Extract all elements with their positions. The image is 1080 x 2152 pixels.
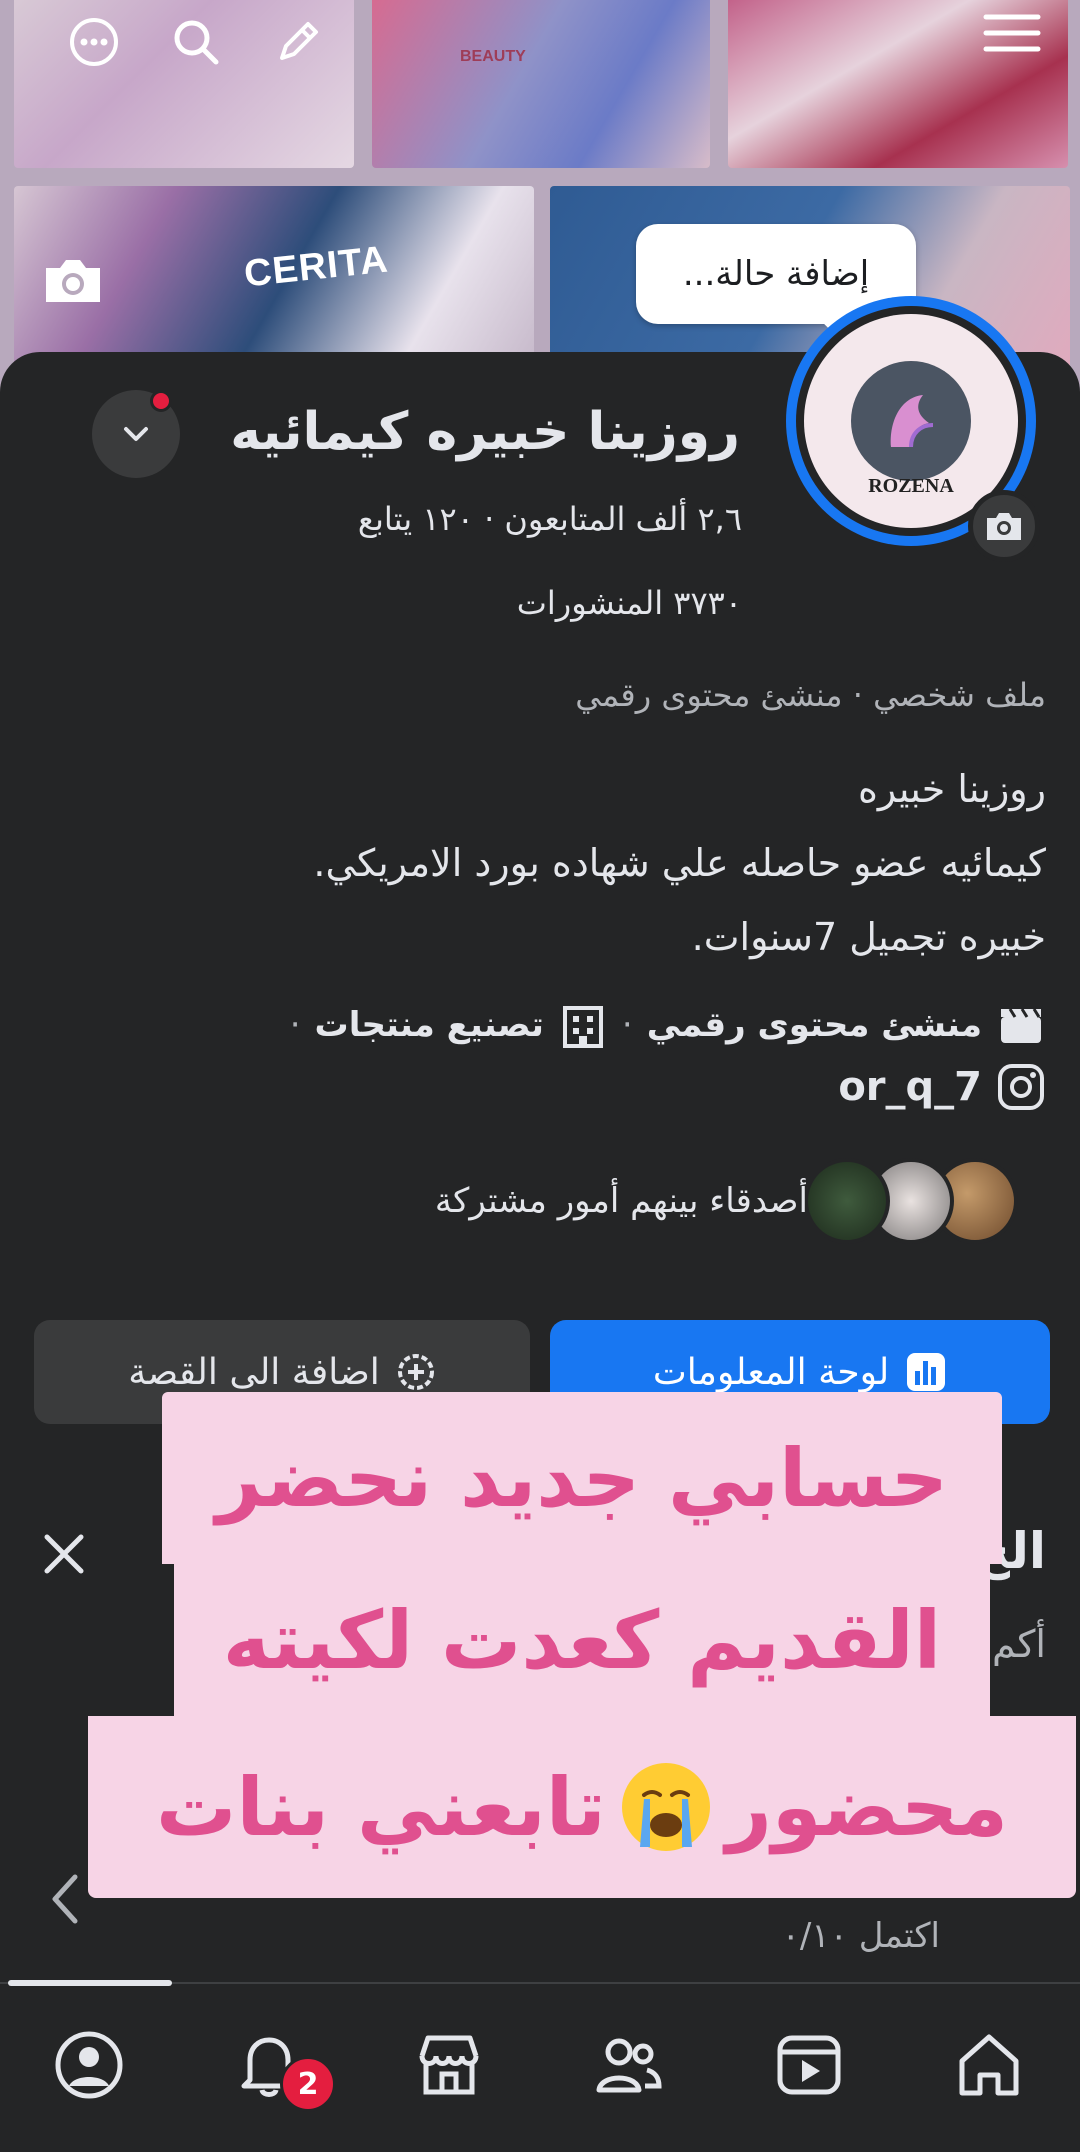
bar-chart-icon: [907, 1353, 946, 1391]
bio-line: خبيره تجميل 7سنوات.: [691, 915, 1046, 959]
nav-marketplace-tab[interactable]: [404, 2020, 494, 2110]
caption-text: حسابي جديد نحضر: [215, 1431, 949, 1525]
profile-type: ملف شخصي · منشئ محتوى رقمي: [575, 676, 1046, 714]
section-subtitle: أكم: [992, 1622, 1046, 1666]
nav-video-tab[interactable]: [764, 2020, 854, 2110]
cover-text-brand: CERITA: [242, 238, 391, 296]
separator: ·: [289, 1005, 301, 1045]
mutual-friends-row[interactable]: أصدقاء بينهم أمور مشتركة: [435, 1158, 1018, 1244]
profile-bio: روزينا خبيره كيمائيه عضو حاصله علي شهاده…: [66, 752, 1046, 974]
notifications-badge: 2: [280, 2056, 336, 2112]
friend-avatars: [804, 1158, 1018, 1244]
add-circle-icon: [397, 1354, 434, 1390]
chevron-down-icon: [124, 427, 148, 441]
completion-progress: اكتمل ٠/١٠: [781, 1916, 940, 1956]
nav-home-tab[interactable]: [944, 2020, 1034, 2110]
instagram-link[interactable]: or_q_7: [838, 1062, 1046, 1112]
active-tab-indicator: [8, 1980, 172, 1986]
crying-face-emoji-icon: [621, 1763, 710, 1851]
notification-dot: [150, 390, 172, 412]
separator: ·: [621, 1005, 633, 1045]
instagram-handle: or_q_7: [838, 1064, 982, 1110]
category-digital-creator: منشئ محتوى رقمي: [646, 1005, 982, 1045]
camera-icon[interactable]: [38, 250, 108, 310]
building-icon: [558, 1000, 608, 1050]
friend-avatar[interactable]: [804, 1158, 890, 1244]
instagram-icon: [996, 1062, 1046, 1112]
cover-text-beauty: BEAUTY: [460, 48, 526, 65]
change-photo-camera-icon[interactable]: [968, 490, 1040, 562]
chevron-left-icon[interactable]: [40, 1864, 90, 1934]
caption-line-2: القديم كعدت لكيته: [174, 1560, 990, 1720]
category-manufacturing: تصنيع منتجات: [314, 1005, 544, 1045]
caption-line-1: حسابي جديد نحضر: [162, 1392, 1002, 1564]
profile-icon: [55, 2031, 123, 2099]
mutual-friends-text: أصدقاء بينهم أمور مشتركة: [434, 1181, 808, 1221]
bio-line: روزينا خبيره: [857, 767, 1046, 811]
avatar-logo-mark: [851, 361, 971, 481]
posts-count[interactable]: ٣٧٣٠ المنشورات: [517, 584, 742, 622]
more-options-icon[interactable]: [62, 10, 126, 74]
clapperboard-icon: [996, 1000, 1046, 1050]
bottom-navigation: 2: [0, 1980, 1080, 2152]
caption-line-3: محضور تابعني بنات: [88, 1716, 1076, 1898]
pencil-icon[interactable]: [266, 10, 330, 74]
add-to-story-label: اضافة الى القصة: [128, 1351, 380, 1393]
close-icon[interactable]: [30, 1520, 98, 1588]
cover-tile: BEAUTY: [372, 0, 710, 168]
add-status-text: إضافة حالة...: [682, 254, 870, 294]
profile-name: روزينا خبيره كيمائيه: [230, 402, 740, 462]
bio-line: كيمائيه عضو حاصله علي شهاده بورد الامريك…: [313, 841, 1046, 885]
friends-icon: [596, 2038, 662, 2093]
marketplace-shop-icon: [419, 2035, 479, 2095]
caption-text: محضور: [725, 1760, 1009, 1854]
profile-categories: منشئ محتوى رقمي · تصنيع منتجات ·: [290, 1000, 1046, 1050]
home-icon: [959, 2034, 1019, 2096]
search-icon[interactable]: [164, 10, 228, 74]
followers-stats[interactable]: ٢,٦ ألف المتابعون · ١٢٠ يتابع: [358, 500, 742, 538]
dashboard-label: لوحة المعلومات: [652, 1351, 890, 1393]
nav-profile-tab[interactable]: [44, 2020, 134, 2110]
hamburger-menu-icon[interactable]: [980, 2, 1044, 66]
caption-text: تابعني بنات: [155, 1760, 606, 1854]
nav-friends-tab[interactable]: [584, 2020, 674, 2110]
caption-text: القديم كعدت لكيته: [222, 1593, 942, 1687]
video-play-icon: [777, 2035, 841, 2095]
